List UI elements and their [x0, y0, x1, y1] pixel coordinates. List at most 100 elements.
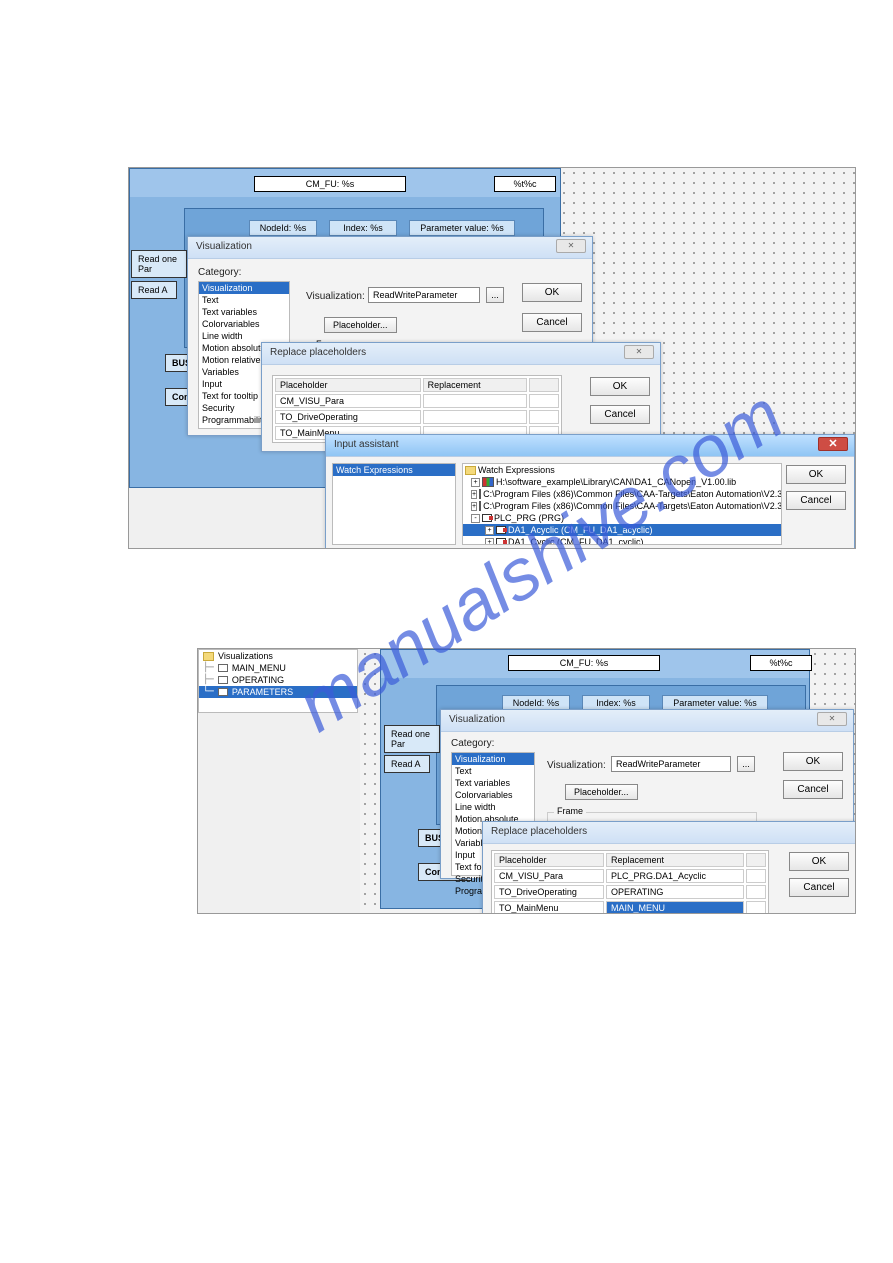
tree-root[interactable]: Visualizations	[199, 650, 357, 662]
close-button[interactable]: ✕	[624, 345, 654, 359]
vis-value-input[interactable]: ReadWriteParameter	[611, 756, 731, 772]
row2-r[interactable]: OPERATING	[606, 885, 744, 899]
pct-label: %t%c	[494, 176, 556, 192]
tree-operating[interactable]: ├─OPERATING	[199, 674, 357, 686]
cat-linewidth[interactable]: Line width	[452, 801, 534, 813]
cat-colorvars[interactable]: Colorvariables	[452, 789, 534, 801]
vis-label: Visualization:	[306, 291, 365, 302]
cat-visualization[interactable]: Visualization	[199, 282, 289, 294]
vis-value-input[interactable]: ReadWriteParameter	[368, 287, 480, 303]
ok-button[interactable]: OK	[590, 377, 650, 396]
cancel-button[interactable]: Cancel	[522, 313, 582, 332]
cat-linewidth[interactable]: Line width	[199, 330, 289, 342]
tree-acyclic[interactable]: +DA1_Acyclic (CM_FU_DA1_acyclic)	[463, 524, 781, 536]
ok-button[interactable]: OK	[783, 752, 843, 771]
browse-button[interactable]: ...	[737, 756, 755, 772]
cancel-button[interactable]: Cancel	[789, 878, 849, 897]
row1-r[interactable]: PLC_PRG.DA1_Acyclic	[606, 869, 744, 883]
expand-icon[interactable]: +	[485, 538, 494, 546]
fb-icon	[496, 538, 506, 545]
title-text: Replace placeholders	[491, 826, 587, 837]
cat-text[interactable]: Text	[199, 294, 289, 306]
category-label: Category:	[198, 267, 241, 278]
expand-icon[interactable]: +	[485, 526, 494, 535]
row-cmvisu[interactable]: CM_VISU_Para	[275, 394, 421, 408]
figure-1: CM_FU: %s %t%c NodeId: %s Index: %s Para…	[128, 167, 856, 549]
cat-textvars[interactable]: Text variables	[199, 306, 289, 318]
close-button[interactable]: ✕	[818, 437, 848, 451]
page-icon	[218, 664, 228, 672]
collapse-icon[interactable]: -	[471, 514, 480, 523]
browse-button[interactable]: ...	[486, 287, 504, 303]
frame-label: Frame	[554, 806, 586, 816]
title-text: Visualization	[196, 241, 252, 252]
ok-button[interactable]: OK	[786, 465, 846, 484]
cm-label: CM_FU: %s	[254, 176, 406, 192]
vis-label: Visualization:	[547, 760, 606, 771]
placeholder-button[interactable]: Placeholder...	[324, 317, 397, 333]
close-button[interactable]: ✕	[817, 712, 847, 726]
watch-category-list[interactable]: Watch Expressions	[332, 463, 456, 545]
library-icon	[479, 501, 481, 511]
read-all-button[interactable]: Read A	[131, 281, 177, 299]
cancel-button[interactable]: Cancel	[590, 405, 650, 424]
cat-text[interactable]: Text	[452, 765, 534, 777]
pct-label: %t%c	[750, 655, 812, 671]
cat-watch[interactable]: Watch Expressions	[333, 464, 455, 476]
placeholder-button[interactable]: Placeholder...	[565, 784, 638, 800]
dialog-title: Visualization ✕	[441, 710, 853, 732]
read-all-button[interactable]: Read A	[384, 755, 430, 773]
expand-icon[interactable]: +	[471, 478, 480, 487]
cat-visualization[interactable]: Visualization	[452, 753, 534, 765]
tree-cyclic[interactable]: +DA1_Cyclic (CM_FU_DA1_cyclic)	[463, 536, 781, 545]
cancel-button[interactable]: Cancel	[783, 780, 843, 799]
tree-lib1[interactable]: +H:\software_example\Library\CAN\DA1_CAN…	[463, 476, 781, 488]
dialog-title: Visualization ✕	[188, 237, 592, 259]
library-icon	[479, 489, 481, 499]
read-one-button[interactable]: Read one Par	[384, 725, 440, 753]
row-todrive[interactable]: TO_DriveOperating	[275, 410, 421, 424]
cm-label: CM_FU: %s	[508, 655, 660, 671]
tree-lib2[interactable]: +C:\Program Files (x86)\Common Files\CAA…	[463, 488, 781, 500]
title-text: Visualization	[449, 714, 505, 725]
row1-p[interactable]: CM_VISU_Para	[494, 869, 604, 883]
cancel-button[interactable]: Cancel	[786, 491, 846, 510]
row3-p[interactable]: TO_MainMenu	[494, 901, 604, 914]
row3-r[interactable]: MAIN_MENU	[606, 901, 744, 914]
folder-icon	[465, 466, 476, 475]
nodeid-field: NodeId: %s	[249, 220, 317, 236]
library-icon	[482, 477, 494, 487]
tree-plc[interactable]: -PLC_PRG (PRG)	[463, 512, 781, 524]
placeholder-table[interactable]: PlaceholderReplacement CM_VISU_ParaPLC_P…	[491, 850, 769, 914]
param-field: Parameter value: %s	[409, 220, 515, 236]
tree-root[interactable]: Watch Expressions	[463, 464, 781, 476]
col-replacement: Replacement	[423, 378, 527, 392]
index-field: Index: %s	[329, 220, 397, 236]
visualizations-tree[interactable]: Visualizations ├─MAIN_MENU ├─OPERATING └…	[198, 649, 358, 713]
read-one-button[interactable]: Read one Par	[131, 250, 187, 278]
col-placeholder: Placeholder	[275, 378, 421, 392]
col-placeholder: Placeholder	[494, 853, 604, 867]
title-text: Replace placeholders	[270, 347, 366, 358]
close-button[interactable]: ✕	[556, 239, 586, 253]
col-replacement: Replacement	[606, 853, 744, 867]
ok-button[interactable]: OK	[522, 283, 582, 302]
row2-p[interactable]: TO_DriveOperating	[494, 885, 604, 899]
cat-textvars[interactable]: Text variables	[452, 777, 534, 789]
tree-mainmenu[interactable]: ├─MAIN_MENU	[199, 662, 357, 674]
expand-icon[interactable]: +	[471, 502, 477, 511]
dialog-title: Replace placeholders	[483, 822, 855, 844]
tree-lib3[interactable]: +C:\Program Files (x86)\Common Files\CAA…	[463, 500, 781, 512]
fb-icon	[496, 526, 506, 534]
figure-2: Visualizations ├─MAIN_MENU ├─OPERATING └…	[197, 648, 856, 914]
tree-parameters[interactable]: └─PARAMETERS	[199, 686, 357, 698]
ok-button[interactable]: OK	[789, 852, 849, 871]
page-icon	[218, 688, 228, 696]
expand-icon[interactable]: +	[471, 490, 477, 499]
page-icon	[218, 676, 228, 684]
cat-colorvars[interactable]: Colorvariables	[199, 318, 289, 330]
expression-tree[interactable]: Watch Expressions +H:\software_example\L…	[462, 463, 782, 545]
dialog-title: Replace placeholders ✕	[262, 343, 660, 365]
dialog-title: Input assistant ✕	[326, 435, 854, 457]
placeholder-table[interactable]: PlaceholderReplacement CM_VISU_Para TO_D…	[272, 375, 562, 443]
